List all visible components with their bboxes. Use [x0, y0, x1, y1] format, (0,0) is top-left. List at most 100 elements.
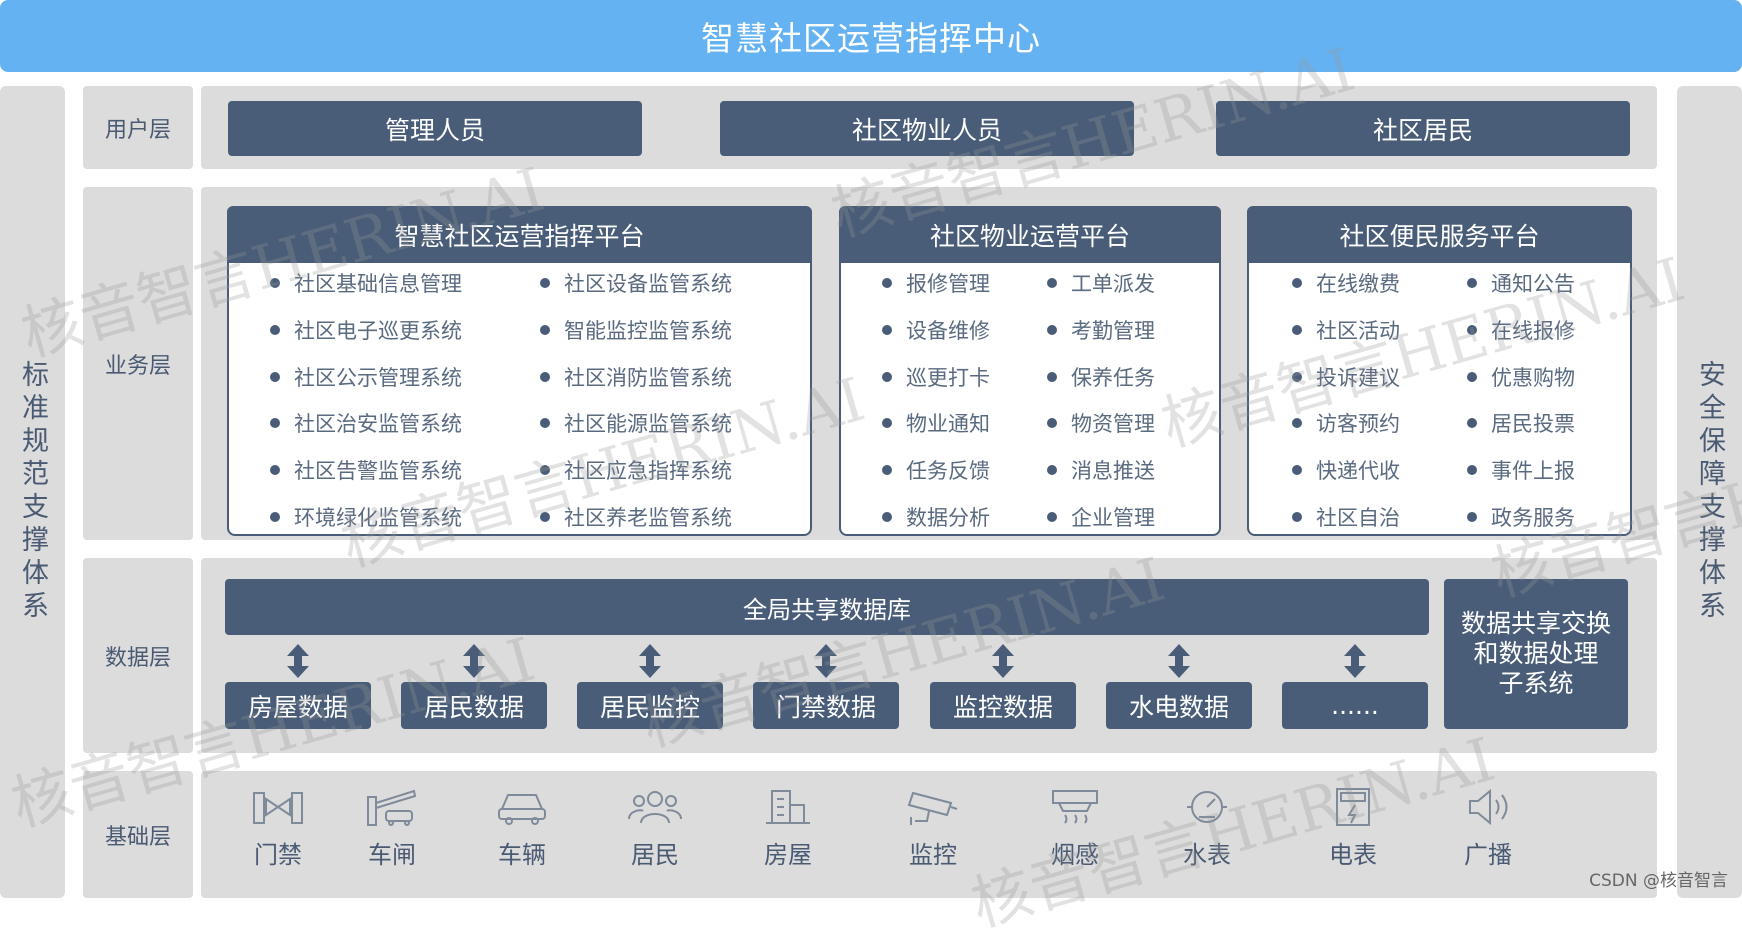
list-item: 企业管理	[1047, 502, 1155, 532]
list-item: 考勤管理	[1047, 315, 1155, 345]
list-item: 社区告警监管系统	[270, 455, 462, 485]
bullet-dot	[1292, 325, 1302, 335]
platform-command: 智慧社区运营指挥平台 社区基础信息管理 社区电子巡更系统 社区公示管理系统 社区…	[227, 206, 812, 536]
list-item: 社区治安监管系统	[270, 408, 462, 438]
list-item: 任务反馈	[882, 455, 990, 485]
base-item-camera: 监控	[888, 787, 978, 870]
left-support-bar: 标准规范支撑体系	[0, 86, 65, 898]
bullet-dot	[1292, 465, 1302, 475]
bullet-dot	[270, 278, 280, 288]
list-item: 居民投票	[1467, 408, 1575, 438]
bullet-dot	[882, 278, 892, 288]
list-item: 快递代收	[1292, 455, 1400, 485]
list-item: 社区设备监管系统	[540, 268, 732, 298]
camera-icon	[907, 791, 958, 825]
bullet-dot	[540, 278, 550, 288]
bullet-dot	[1467, 418, 1477, 428]
bullet-dot	[540, 372, 550, 382]
platform-property-title: 社区物业运营平台	[839, 206, 1221, 263]
bullet-dot	[1047, 465, 1057, 475]
layer-label-user: 用户层	[83, 86, 193, 169]
list-item: 社区基础信息管理	[270, 268, 462, 298]
list-item: 社区自治	[1292, 502, 1400, 532]
bullet-dot	[1467, 372, 1477, 382]
bidirectional-arrow-icon	[992, 644, 1014, 678]
base-item-residents: 居民	[610, 787, 700, 870]
platform-convenience-title: 社区便民服务平台	[1247, 206, 1632, 263]
list-item: 设备维修	[882, 315, 990, 345]
list-item: 社区电子巡更系统	[270, 315, 462, 345]
page-title: 智慧社区运营指挥中心	[0, 0, 1742, 72]
data-house: 房屋数据	[225, 682, 371, 729]
bullet-dot	[1047, 325, 1057, 335]
list-item: 物资管理	[1047, 408, 1155, 438]
bullet-dot	[1047, 418, 1057, 428]
list-item: 环境绿化监管系统	[270, 502, 462, 532]
list-item: 社区应急指挥系统	[540, 455, 732, 485]
list-item: 在线缴费	[1292, 268, 1400, 298]
bullet-dot	[1467, 325, 1477, 335]
list-item: 报修管理	[882, 268, 990, 298]
data-more: ......	[1282, 682, 1428, 729]
data-monitor: 监控数据	[930, 682, 1076, 729]
list-item: 物业通知	[882, 408, 990, 438]
exchange-line-2: 和数据处理	[1473, 639, 1599, 668]
bidirectional-arrow-icon	[639, 644, 661, 678]
bullet-dot	[540, 512, 550, 522]
list-item: 政务服务	[1467, 502, 1575, 532]
car-icon	[498, 794, 546, 825]
list-item: 社区养老监管系统	[540, 502, 732, 532]
list-item: 社区公示管理系统	[270, 362, 462, 392]
list-item: 工单派发	[1047, 268, 1155, 298]
electric-meter-icon	[1336, 788, 1370, 826]
bullet-dot	[270, 372, 280, 382]
base-item-car: 车辆	[477, 787, 567, 870]
base-item-barrier: 车闸	[347, 787, 437, 870]
bullet-dot	[1047, 372, 1057, 382]
barrier-icon	[367, 789, 417, 826]
list-item: 消息推送	[1047, 455, 1155, 485]
list-item: 巡更打卡	[882, 362, 990, 392]
bullet-dot	[270, 465, 280, 475]
base-item-electric-meter: 电表	[1308, 787, 1398, 870]
bullet-dot	[1292, 372, 1302, 382]
bullet-dot	[540, 418, 550, 428]
list-item: 投诉建议	[1292, 362, 1400, 392]
data-resident: 居民数据	[401, 682, 547, 729]
list-item: 在线报修	[1467, 315, 1575, 345]
bullet-dot	[540, 465, 550, 475]
smoke-detector-icon	[1052, 790, 1098, 824]
data-access: 门禁数据	[753, 682, 899, 729]
list-item: 社区消防监管系统	[540, 362, 732, 392]
bullet-dot	[1467, 512, 1477, 522]
bullet-dot	[882, 372, 892, 382]
base-item-smoke: 烟感	[1030, 787, 1120, 870]
list-item: 通知公告	[1467, 268, 1575, 298]
layer-label-base: 基础层	[83, 771, 193, 898]
gate-icon	[253, 792, 303, 824]
user-residents: 社区居民	[1216, 101, 1630, 156]
layer-label-data: 数据层	[83, 558, 193, 753]
base-item-broadcast: 广播	[1443, 787, 1533, 870]
exchange-line-1: 数据共享交换	[1460, 609, 1611, 638]
bullet-dot	[540, 325, 550, 335]
list-item: 优惠购物	[1467, 362, 1575, 392]
bullet-dot	[270, 512, 280, 522]
platform-command-title: 智慧社区运营指挥平台	[227, 206, 812, 263]
credit-text: CSDN @核音智言	[1589, 871, 1728, 891]
platform-convenience: 社区便民服务平台 在线缴费 社区活动 投诉建议 访客预约 快递代收 社区自治 通…	[1247, 206, 1632, 536]
building-icon	[766, 790, 810, 824]
data-exchange-subsystem: 数据共享交换 和数据处理 子系统	[1444, 579, 1628, 729]
bullet-dot	[1292, 278, 1302, 288]
water-meter-icon	[1187, 791, 1227, 823]
list-item: 事件上报	[1467, 455, 1575, 485]
bidirectional-arrow-icon	[1344, 644, 1366, 678]
data-resident-monitor: 居民监控	[577, 682, 723, 729]
list-item: 社区活动	[1292, 315, 1400, 345]
base-item-building: 房屋	[743, 787, 833, 870]
bullet-dot	[1292, 418, 1302, 428]
exchange-line-3: 子系统	[1498, 669, 1574, 698]
bullet-dot	[882, 465, 892, 475]
right-support-bar: 安全保障支撑体系	[1677, 86, 1742, 898]
people-icon	[628, 791, 682, 824]
